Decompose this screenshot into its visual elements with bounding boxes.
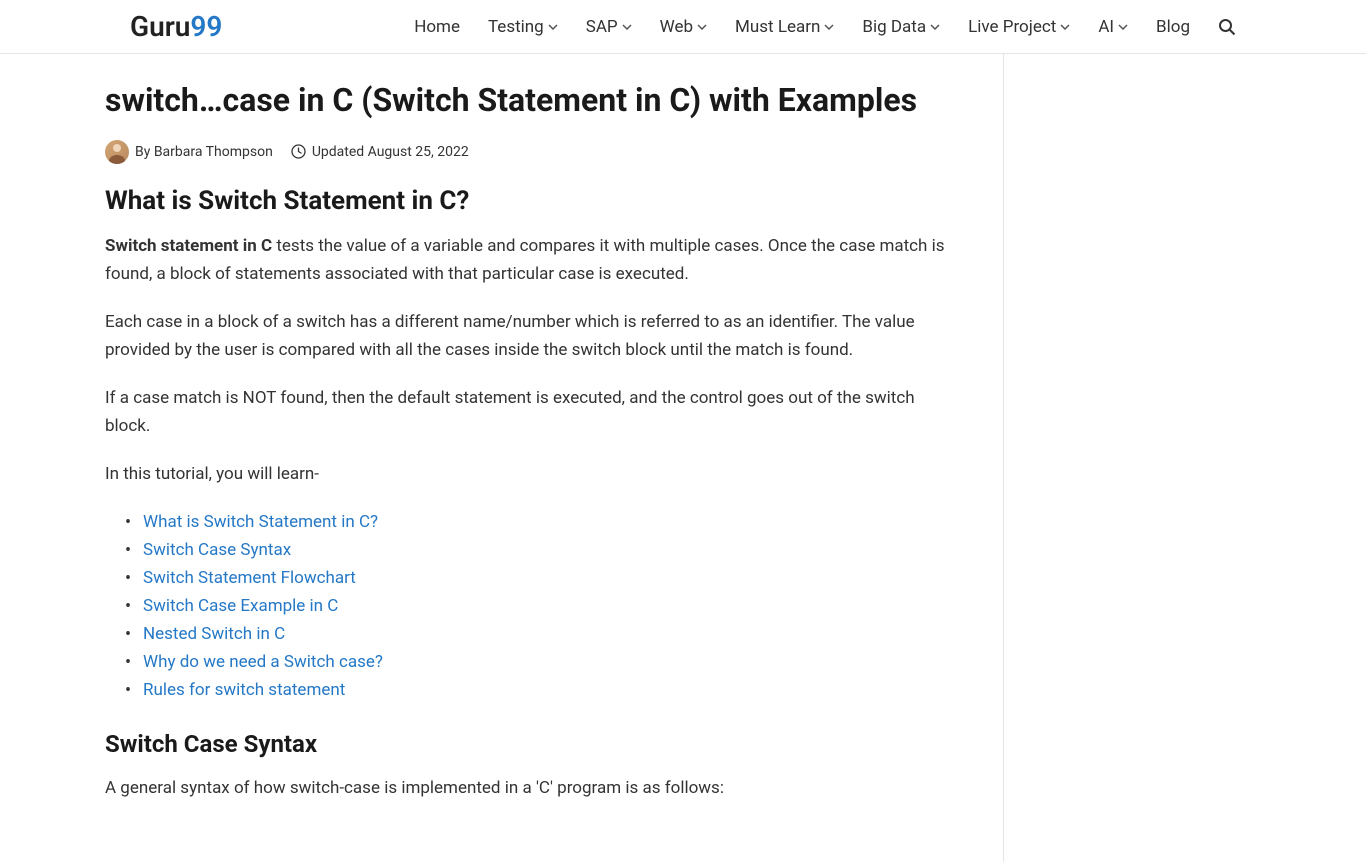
chevron-down-icon [1060,22,1070,32]
section-heading-what-is: What is Switch Statement in C? [105,186,963,216]
nav-label: Blog [1156,17,1190,37]
logo-text-2: 99 [190,10,222,43]
table-of-contents: What is Switch Statement in C? Switch Ca… [105,508,963,704]
nav-label: SAP [586,17,618,37]
chevron-down-icon [1118,22,1128,32]
nav-label: Big Data [862,17,926,37]
logo[interactable]: Guru99 [40,10,222,43]
chevron-down-icon [697,22,707,32]
clock-icon [291,144,306,159]
toc-link[interactable]: Rules for switch statement [143,680,345,700]
paragraph: Each case in a block of a switch has a d… [105,308,963,364]
bold-term: Switch statement in C [105,236,272,256]
author-meta: By Barbara Thompson [105,140,273,164]
toc-item: Rules for switch statement [143,676,963,704]
nav-home[interactable]: Home [414,17,460,37]
nav-live-project[interactable]: Live Project [968,17,1070,37]
page-title: switch…case in C (Switch Statement in C)… [105,80,963,122]
paragraph: If a case match is NOT found, then the d… [105,384,963,440]
toc-item: Why do we need a Switch case? [143,648,963,676]
toc-link[interactable]: Nested Switch in C [143,624,285,644]
author-by: By Barbara Thompson [135,144,273,160]
author-avatar [105,140,129,164]
chevron-down-icon [824,22,834,32]
updated-date: August 25, 2022 [368,144,469,160]
paragraph: Switch statement in C tests the value of… [105,232,963,288]
updated-meta: Updated August 25, 2022 [291,144,469,160]
paragraph: A general syntax of how switch-case is i… [105,774,963,802]
section-heading-syntax: Switch Case Syntax [105,730,963,758]
chevron-down-icon [548,22,558,32]
toc-item: Nested Switch in C [143,620,963,648]
article-main: switch…case in C (Switch Statement in C)… [43,54,1003,862]
nav-label: Must Learn [735,17,820,37]
toc-link[interactable]: Why do we need a Switch case? [143,652,383,672]
nav-sap[interactable]: SAP [586,17,632,37]
toc-item: Switch Statement Flowchart [143,564,963,592]
primary-nav: Home Testing SAP Web Must Learn Big Data… [414,17,1326,37]
toc-link[interactable]: Switch Case Syntax [143,540,291,560]
toc-item: Switch Case Syntax [143,536,963,564]
nav-must-learn[interactable]: Must Learn [735,17,834,37]
logo-text-1: Guru [130,10,190,43]
nav-label: Testing [488,17,544,37]
toc-item: Switch Case Example in C [143,592,963,620]
nav-label: Home [414,17,460,37]
sidebar [1003,54,1323,862]
paragraph: In this tutorial, you will learn- [105,460,963,488]
page-container: switch…case in C (Switch Statement in C)… [43,54,1323,862]
search-icon[interactable] [1218,18,1236,36]
nav-web[interactable]: Web [660,17,707,37]
nav-label: AI [1098,17,1114,37]
nav-label: Live Project [968,17,1056,37]
site-header: Guru99 Home Testing SAP Web Must Learn B… [0,0,1366,54]
toc-link[interactable]: Switch Case Example in C [143,596,338,616]
article-meta: By Barbara Thompson Updated August 25, 2… [105,140,963,164]
nav-blog[interactable]: Blog [1156,17,1190,37]
nav-big-data[interactable]: Big Data [862,17,940,37]
toc-link[interactable]: What is Switch Statement in C? [143,512,378,532]
toc-item: What is Switch Statement in C? [143,508,963,536]
nav-ai[interactable]: AI [1098,17,1128,37]
chevron-down-icon [622,22,632,32]
author-name[interactable]: Barbara Thompson [154,144,273,160]
updated-text: Updated August 25, 2022 [312,144,469,160]
nav-testing[interactable]: Testing [488,17,558,37]
toc-link[interactable]: Switch Statement Flowchart [143,568,356,588]
nav-label: Web [660,17,693,37]
chevron-down-icon [930,22,940,32]
